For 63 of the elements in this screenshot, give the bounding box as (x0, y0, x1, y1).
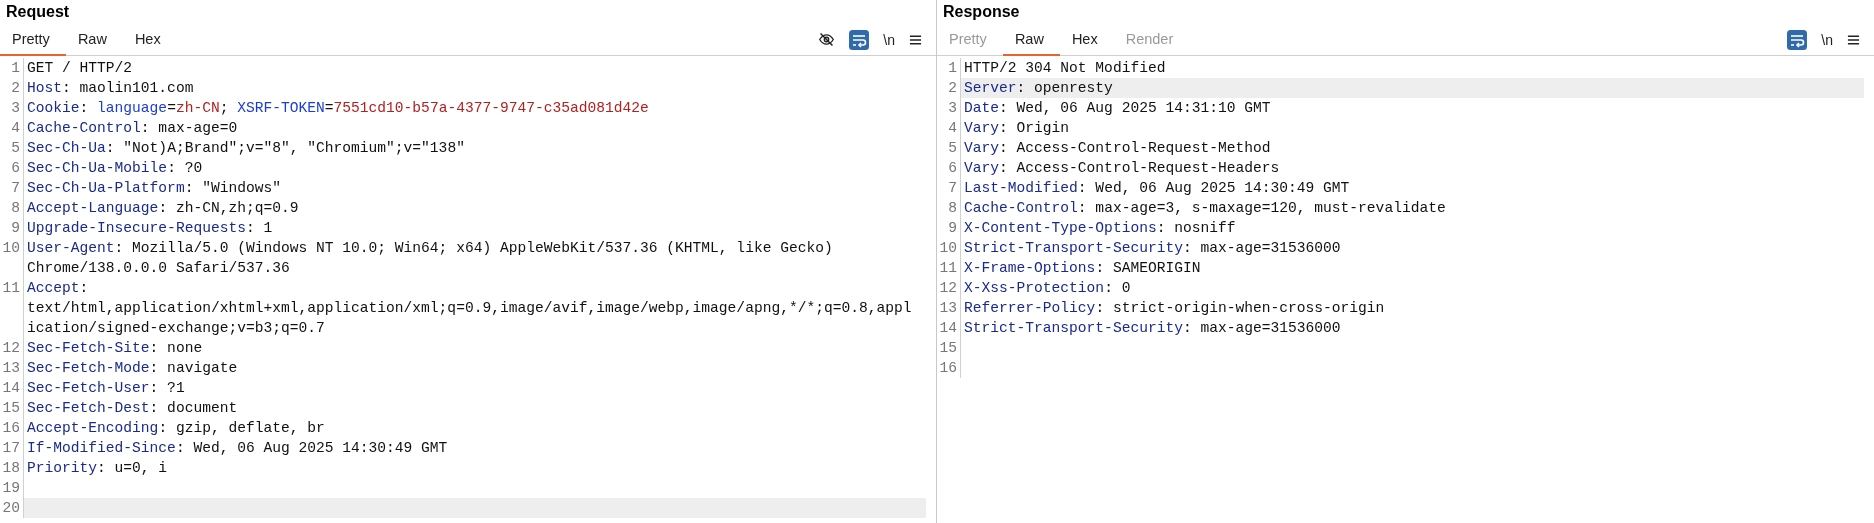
code-line: Accept: text/html,application/xhtml+xml,application/xml;q=0.9,image/avif,image/webp,image/apng,*/*;q=0.8,application/signed-exchange;v=b3;q=0.7 (26, 279, 913, 338)
view-tab[interactable]: Hex (122, 24, 177, 56)
code-line: Date: Wed, 06 Aug 2025 14:31:10 GMT (963, 99, 1272, 118)
code-line: Upgrade-Insecure-Requests: 1 (26, 219, 274, 238)
line-number: 15 (937, 338, 961, 358)
eye-slash-icon[interactable] (818, 31, 836, 48)
line-number: 14 (0, 378, 24, 398)
code-line: Sec-Ch-Ua-Platform: "Windows" (26, 179, 282, 198)
code-line: Cookie: language=zh-CN; XSRF-TOKEN=7551cd10-b57a-4377-9747-c35ad081d42e (26, 99, 650, 118)
line-number: 19 (0, 478, 24, 498)
code-line: Host: maolin101.com (26, 79, 195, 98)
line-number: 20 (0, 498, 24, 518)
newline-toggle[interactable]: \n (1821, 31, 1833, 48)
line-number: 15 (0, 398, 24, 418)
code-line: X-Xss-Protection: 0 (963, 279, 1132, 298)
line-number: 17 (0, 438, 24, 458)
code-line: User-Agent: Mozilla/5.0 (Windows NT 10.0; Win64; x64) AppleWebKit/537.36 (KHTML, like Gecko) Chrome/138.0.0.0 Safari/537.36 (26, 239, 834, 278)
line-number: 11 (0, 278, 24, 338)
code-line: Vary: Origin (963, 119, 1071, 138)
line-number: 13 (937, 298, 961, 318)
code-line: X-Frame-Options: SAMEORIGIN (963, 259, 1202, 278)
view-tab[interactable]: Raw (1002, 24, 1060, 56)
code-line: Cache-Control: max-age=3, s-maxage=120, must-revalidate (963, 199, 1447, 218)
menu-icon[interactable] (1847, 33, 1860, 46)
code-line: Accept-Language: zh-CN,zh;q=0.9 (26, 199, 300, 218)
code-line: Vary: Access-Control-Request-Headers (963, 159, 1281, 178)
line-number: 13 (0, 358, 24, 378)
view-tab[interactable]: Raw (65, 24, 123, 56)
code-line: Referrer-Policy: strict-origin-when-cross-origin (963, 299, 1386, 318)
line-number: 11 (937, 258, 961, 278)
code-line: Vary: Access-Control-Request-Method (963, 139, 1272, 158)
line-number: 16 (937, 358, 961, 378)
code-line: GET / HTTP/2 (26, 59, 134, 78)
line-number: 12 (937, 278, 961, 298)
code-line: Priority: u=0, i (26, 459, 169, 478)
code-line: Sec-Fetch-Site: none (26, 339, 204, 358)
code-line: If-Modified-Since: Wed, 06 Aug 2025 14:30:49 GMT (26, 439, 449, 458)
line-number: 10 (0, 238, 24, 278)
code-line: HTTP/2 304 Not Modified (963, 59, 1167, 78)
code-line: Sec-Fetch-User: ?1 (26, 379, 186, 398)
line-number: 16 (0, 418, 24, 438)
word-wrap-icon[interactable] (849, 29, 870, 50)
pane-title: Response (942, 2, 1021, 22)
code-line: Last-Modified: Wed, 06 Aug 2025 14:30:49 GMT (963, 179, 1351, 198)
newline-toggle[interactable]: \n (883, 31, 895, 48)
code-line: Accept-Encoding: gzip, deflate, br (26, 419, 326, 438)
code-line: Sec-Ch-Ua-Mobile: ?0 (26, 159, 204, 178)
line-number: 10 (937, 238, 961, 258)
word-wrap-icon[interactable] (1787, 29, 1808, 50)
code-line: Strict-Transport-Security: max-age=31536000 (963, 319, 1342, 338)
line-number: 18 (0, 458, 24, 478)
line-number: 14 (937, 318, 961, 338)
view-tab[interactable]: Pretty (0, 24, 66, 56)
code-line: Sec-Fetch-Mode: navigate (26, 359, 239, 378)
code-line: Cache-Control: max-age=0 (26, 119, 239, 138)
menu-icon[interactable] (909, 33, 922, 46)
pane-title: Request (5, 2, 71, 22)
code-line: Sec-Ch-Ua: "Not)A;Brand";v="8", "Chromium";v="138" (26, 139, 466, 158)
view-tab[interactable]: Hex (1059, 24, 1114, 56)
code-line: Strict-Transport-Security: max-age=31536000 (963, 239, 1342, 258)
code-line: Sec-Fetch-Dest: document (26, 399, 239, 418)
code-line: X-Content-Type-Options: nosniff (963, 219, 1237, 238)
line-number: 12 (0, 338, 24, 358)
